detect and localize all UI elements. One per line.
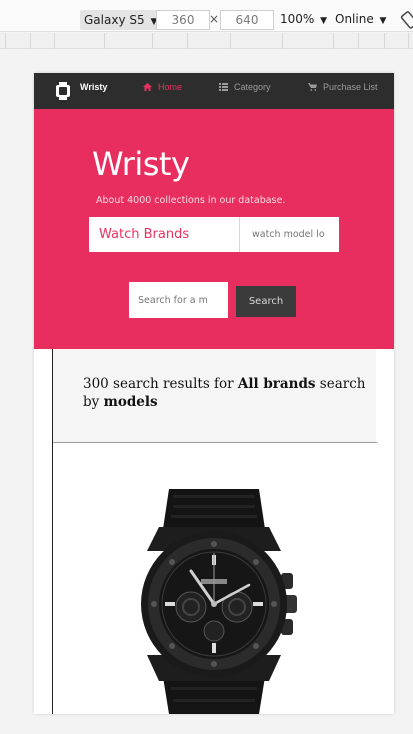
chevron-down-icon: ▼ (320, 16, 328, 26)
model-search-input[interactable] (239, 217, 339, 252)
device-toolbar: Galaxy S5 ▼ 360 × 640 100% ▼ Online ▼ (0, 0, 413, 32)
rotate-icon[interactable] (400, 10, 413, 30)
results-panel: 300 search results for All brands search… (52, 349, 377, 714)
product-card[interactable] (53, 443, 377, 714)
watch-product-image[interactable] (131, 489, 297, 714)
nav-link-category[interactable]: Category (219, 82, 271, 92)
results-count-text: 300 search results for (83, 376, 238, 392)
hero-subtitle: About 4000 collections in our database. (96, 195, 286, 206)
dimension-separator: × (209, 12, 220, 26)
device-select[interactable]: Galaxy S5 ▼ (80, 10, 162, 30)
name-search-input[interactable] (129, 282, 228, 318)
hero-title: Wristy (92, 145, 190, 183)
emulated-viewport: Wristy Home Category Purchase List Wrist… (34, 73, 394, 714)
device-name: Galaxy S5 (84, 13, 145, 27)
home-icon (143, 83, 152, 91)
network-value: Online (335, 12, 374, 26)
hero-section: Wristy About 4000 collections in our dat… (34, 109, 394, 349)
watch-logo-icon (56, 82, 70, 100)
results-summary: 300 search results for All brands search… (83, 375, 368, 411)
nav-link-label: Purchase List (323, 82, 378, 92)
nav-link-home[interactable]: Home (143, 82, 182, 92)
network-throttle-select[interactable]: Online ▼ (335, 12, 386, 26)
results-brand-filter: All brands (237, 376, 316, 392)
viewport-height-input[interactable]: 640 (220, 10, 274, 30)
cart-icon (308, 83, 317, 91)
nav-link-purchase-list[interactable]: Purchase List (308, 82, 378, 92)
zoom-select[interactable]: 100% ▼ (280, 12, 327, 26)
zoom-value: 100% (280, 12, 315, 26)
chevron-down-icon: ▼ (379, 16, 387, 26)
results-search-mode: models (103, 394, 158, 410)
nav-link-label: Home (158, 82, 183, 92)
list-icon (219, 83, 228, 91)
nav-link-label: Category (234, 82, 271, 92)
search-button[interactable]: Search (236, 286, 296, 317)
navbar-brand[interactable]: Wristy (80, 82, 107, 92)
viewport-width-input[interactable]: 360 (156, 10, 210, 30)
brand-select[interactable]: Watch Brands (89, 217, 239, 252)
viewport-ruler (0, 33, 413, 49)
site-navbar: Wristy Home Category Purchase List (34, 73, 394, 109)
